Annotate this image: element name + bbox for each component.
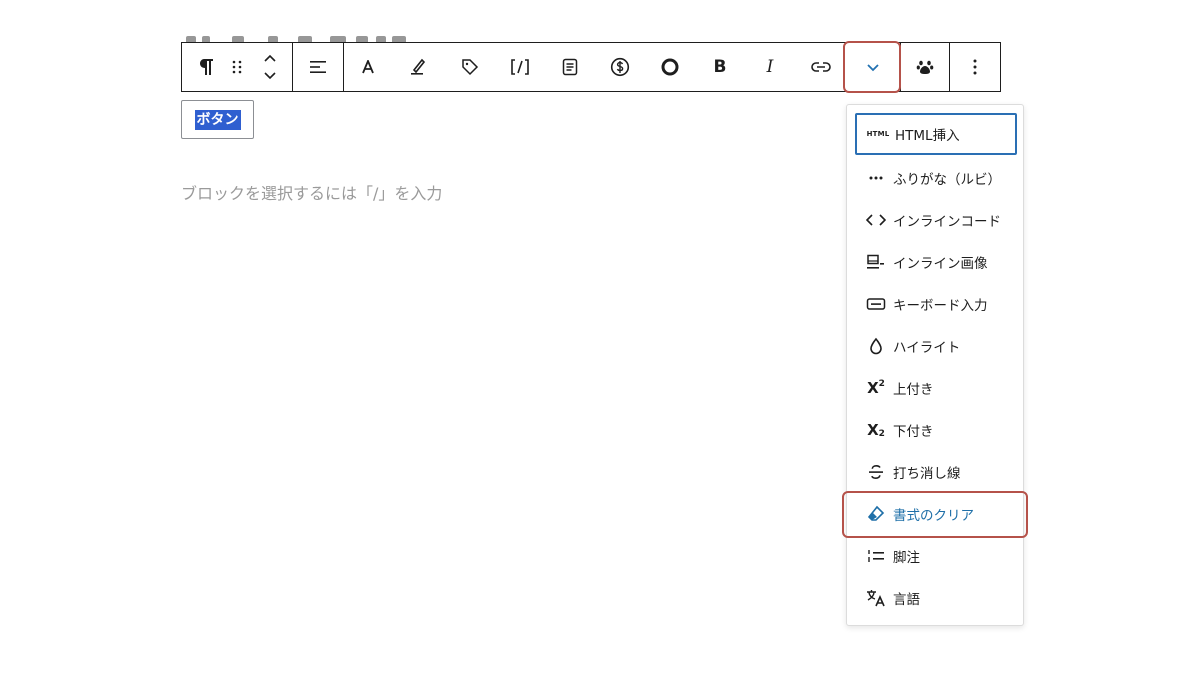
- strikethrough-icon: [865, 462, 887, 482]
- block-toolbar: B I: [181, 42, 1001, 92]
- dollar-button[interactable]: [604, 43, 636, 91]
- keyboard-icon: [865, 294, 887, 314]
- menu-item-strikethrough[interactable]: 打ち消し線: [855, 451, 1017, 493]
- align-button[interactable]: [293, 43, 343, 91]
- menu-item-label: 言語: [893, 592, 920, 608]
- move-up-down-icon: [264, 54, 276, 80]
- document-button[interactable]: [554, 43, 586, 91]
- menu-item-label: 脚注: [893, 550, 920, 566]
- inline-image-icon: [865, 252, 887, 272]
- tag-button[interactable]: [454, 43, 486, 91]
- italic-label: I: [766, 57, 774, 77]
- button-block[interactable]: ボタン: [181, 100, 254, 139]
- menu-item-language[interactable]: 言語: [855, 577, 1017, 619]
- menu-item-clear-formatting[interactable]: 書式のクリア: [855, 493, 1017, 535]
- link-button[interactable]: [804, 43, 838, 91]
- align-icon: [310, 61, 326, 73]
- menu-item-label: インラインコード: [893, 214, 1001, 230]
- menu-item-label: キーボード入力: [893, 298, 988, 314]
- dollar-circle-icon: [610, 57, 630, 77]
- menu-item-label: 打ち消し線: [893, 466, 961, 482]
- link-icon: [811, 62, 831, 72]
- menu-item-highlight[interactable]: ハイライト: [855, 325, 1017, 367]
- footnote-icon: [865, 546, 887, 566]
- document-icon: [562, 58, 578, 76]
- drop-icon: [865, 336, 887, 356]
- subscript-icon: X2: [867, 421, 885, 439]
- chevron-down-icon: [867, 64, 879, 72]
- menu-item-keyboard-input[interactable]: キーボード入力: [855, 283, 1017, 325]
- ellipsis-icon: [865, 168, 887, 188]
- toolbar-divider: [343, 43, 344, 91]
- drag-handle-button[interactable]: [224, 43, 250, 91]
- move-up-down-button[interactable]: [252, 43, 288, 91]
- more-rich-text-button[interactable]: [848, 43, 898, 91]
- bold-label: B: [713, 57, 727, 77]
- italic-button[interactable]: I: [754, 43, 786, 91]
- block-placeholder[interactable]: ブロックを選択するには「/」を入力: [181, 180, 442, 204]
- menu-item-html-insert[interactable]: HTML HTML挿入: [855, 113, 1017, 155]
- menu-item-inline-code[interactable]: インラインコード: [855, 199, 1017, 241]
- shortcode-button[interactable]: [504, 43, 536, 91]
- paragraph-block-button[interactable]: [188, 43, 224, 91]
- menu-item-label: ハイライト: [893, 340, 961, 356]
- menu-item-label: インライン画像: [893, 256, 988, 272]
- button-block-label: ボタン: [194, 109, 241, 130]
- circle-icon: [661, 58, 679, 76]
- font-button[interactable]: [352, 43, 384, 91]
- paw-icon: [916, 60, 934, 74]
- superscript-icon: X2: [867, 379, 885, 397]
- cropped-heading-fragment: [180, 30, 440, 42]
- menu-item-subscript[interactable]: X2 下付き: [855, 409, 1017, 451]
- shortcode-icon: [511, 59, 529, 75]
- rich-text-dropdown-menu: HTML HTML挿入 ふりがな（ルビ） インラインコード インライン画像 キー…: [846, 104, 1024, 626]
- menu-item-footnote[interactable]: 脚注: [855, 535, 1017, 577]
- drag-handle-icon: [232, 60, 242, 74]
- paw-button[interactable]: [901, 43, 949, 91]
- html-icon: HTML: [866, 130, 890, 138]
- eraser-icon: [865, 504, 887, 524]
- highlighter-icon: [411, 58, 426, 75]
- code-icon: [865, 210, 887, 230]
- options-button[interactable]: [950, 43, 1000, 91]
- highlighter-button[interactable]: [402, 43, 434, 91]
- menu-item-ruby[interactable]: ふりがな（ルビ）: [855, 157, 1017, 199]
- more-vertical-icon: [973, 59, 977, 75]
- menu-item-superscript[interactable]: X2 上付き: [855, 367, 1017, 409]
- tag-icon: [462, 59, 479, 76]
- menu-item-inline-image[interactable]: インライン画像: [855, 241, 1017, 283]
- menu-item-label: 上付き: [893, 382, 934, 398]
- menu-item-label: ふりがな（ルビ）: [893, 172, 1001, 188]
- language-icon: [865, 588, 887, 608]
- menu-item-label: 下付き: [893, 424, 934, 440]
- pilcrow-icon: [200, 59, 213, 75]
- circle-button[interactable]: [654, 43, 686, 91]
- menu-item-label: HTML挿入: [895, 128, 960, 144]
- bold-button[interactable]: B: [704, 43, 736, 91]
- font-icon: [362, 60, 374, 74]
- menu-item-label: 書式のクリア: [893, 508, 974, 524]
